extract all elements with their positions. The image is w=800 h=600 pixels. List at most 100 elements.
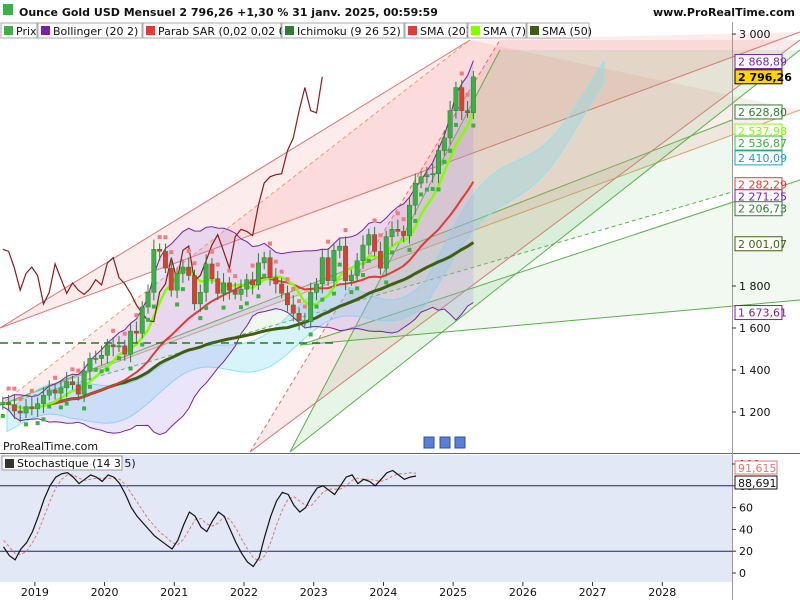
legend-label: Parab SAR (0,02 0,02 0,2) [158, 25, 301, 38]
sar-dot [198, 316, 203, 321]
sar-dot [291, 286, 296, 291]
candle [308, 292, 314, 322]
candle [139, 306, 145, 334]
legend-label: Prix [16, 25, 37, 38]
sar-dot [41, 417, 46, 422]
sar-dot [268, 241, 273, 246]
candle [151, 249, 157, 293]
sar-dot [285, 277, 290, 282]
candle [447, 110, 453, 139]
sar-dot [471, 123, 476, 128]
candle [372, 234, 378, 252]
candle [122, 345, 128, 355]
candle [52, 389, 58, 394]
sar-dot [448, 148, 453, 153]
sar-dot [413, 218, 418, 223]
candle [226, 282, 232, 291]
sar-dot [320, 297, 325, 302]
candle [116, 345, 122, 348]
price-tag: 2 410,09 [738, 152, 787, 165]
x-tick-label: 2027 [579, 586, 607, 599]
x-tick-label: 2026 [509, 586, 537, 599]
candle [157, 249, 163, 252]
stoch-y-tick-label: 40 [739, 523, 753, 536]
candle [302, 320, 308, 322]
sar-dot [12, 386, 17, 391]
sar-dot [453, 122, 458, 127]
candle [255, 262, 261, 286]
sar-dot [93, 367, 98, 372]
candle [436, 150, 441, 174]
candle [41, 394, 46, 404]
candle [215, 278, 221, 294]
x-tick-label: 2028 [648, 586, 676, 599]
candle [348, 275, 354, 281]
candle [75, 384, 81, 395]
candle [418, 176, 424, 184]
y-tick-label: 1 800 [739, 280, 771, 293]
candle [6, 402, 12, 405]
sar-dot [82, 406, 87, 411]
sar-dot [157, 235, 162, 240]
legend-label: Bollinger (20 2) [53, 25, 138, 38]
sar-dot [18, 396, 23, 401]
legend-color-icon [285, 26, 294, 35]
panel-tool-icon[interactable] [454, 436, 466, 449]
sar-dot [204, 306, 209, 311]
stoch-y-tick-label: 20 [739, 545, 753, 558]
sar-dot [215, 262, 220, 267]
sar-dot [250, 263, 255, 268]
candle [325, 257, 331, 281]
panel-tool-icon[interactable] [439, 436, 451, 449]
sar-dot [262, 273, 267, 278]
x-tick-label: 2022 [230, 586, 258, 599]
legend-label: SMA (20) [420, 25, 470, 38]
price-tag: 2 001,07 [738, 238, 787, 251]
candle [459, 87, 465, 111]
sar-dot [273, 259, 278, 264]
sar-dot [186, 249, 191, 254]
candle [285, 293, 290, 306]
stochastic-panel [0, 455, 732, 582]
sar-dot [384, 280, 389, 285]
candle [470, 76, 476, 113]
stoch-d-tag: 91,615 [738, 462, 777, 475]
candle [238, 288, 244, 295]
sar-dot [180, 287, 185, 292]
price-chart[interactable]: 3 000 1 800 1 600 1 400 1 200 2 868,89 2 796,2… [0, 0, 800, 600]
watermark: ProRealTime.com [3, 440, 98, 453]
sar-dot [401, 217, 406, 222]
price-tag: 2 628,80 [738, 106, 787, 119]
y-tick-label: 3 000 [739, 28, 771, 41]
sar-dot [256, 294, 261, 299]
candle [314, 283, 319, 293]
x-tick-label: 2023 [300, 586, 328, 599]
candle [441, 137, 447, 151]
sar-dot [395, 211, 400, 216]
candle [110, 344, 116, 348]
sar-dot [163, 235, 168, 240]
candle [343, 245, 349, 282]
candle [261, 257, 267, 264]
candle [11, 404, 17, 412]
sar-dot [209, 249, 214, 254]
sar-dot [326, 239, 331, 244]
sar-dot [140, 342, 145, 347]
candle [412, 182, 418, 206]
candle [250, 279, 256, 286]
sar-dot [465, 92, 470, 97]
sar-dot [169, 250, 174, 255]
candle [174, 273, 180, 291]
sar-dot [355, 286, 360, 291]
panel-tool-icon[interactable] [423, 436, 435, 449]
sar-dot [366, 258, 371, 263]
x-tick-label: 2020 [91, 586, 119, 599]
candle [407, 204, 412, 236]
sar-dot [29, 388, 34, 393]
candle [192, 275, 197, 305]
sar-dot [105, 367, 110, 372]
sar-dot [419, 192, 424, 197]
candle [35, 403, 41, 410]
price-tag: 2 536,87 [738, 137, 787, 150]
sar-dot [378, 233, 383, 238]
